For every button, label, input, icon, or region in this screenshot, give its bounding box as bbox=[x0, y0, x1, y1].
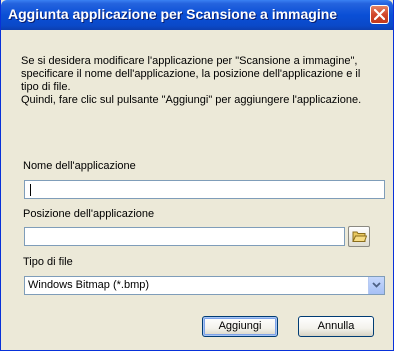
app-location-input[interactable] bbox=[24, 227, 345, 246]
dialog-window: Aggiunta applicazione per Scansione a im… bbox=[0, 0, 394, 351]
text-caret bbox=[30, 184, 31, 196]
dialog-title: Aggiunta applicazione per Scansione a im… bbox=[8, 6, 338, 22]
app-name-input[interactable] bbox=[24, 180, 385, 199]
folder-icon bbox=[352, 231, 367, 242]
app-location-label: Posizione dell'applicazione bbox=[23, 208, 155, 220]
file-type-label: Tipo di file bbox=[23, 256, 73, 268]
file-type-select[interactable]: Windows Bitmap (*.bmp) bbox=[24, 276, 385, 295]
app-name-label: Nome dell'applicazione bbox=[23, 160, 136, 172]
instructions-line-2: Quindi, fare clic sul pulsante "Aggiungi… bbox=[21, 94, 362, 106]
title-bar[interactable]: Aggiunta applicazione per Scansione a im… bbox=[1, 0, 393, 30]
browse-button[interactable] bbox=[348, 226, 370, 247]
close-icon bbox=[374, 9, 385, 20]
file-type-dropdown-button[interactable] bbox=[368, 277, 384, 294]
add-button[interactable]: Aggiungi bbox=[202, 316, 278, 337]
file-type-selected: Windows Bitmap (*.bmp) bbox=[28, 279, 150, 291]
chevron-down-icon bbox=[372, 282, 381, 288]
instructions-line-1: Se si desidera modificare l'applicazione… bbox=[21, 55, 361, 93]
close-button[interactable] bbox=[370, 5, 389, 24]
instructions-text: Se si desidera modificare l'applicazione… bbox=[21, 55, 381, 107]
cancel-button[interactable]: Annulla bbox=[298, 316, 374, 337]
